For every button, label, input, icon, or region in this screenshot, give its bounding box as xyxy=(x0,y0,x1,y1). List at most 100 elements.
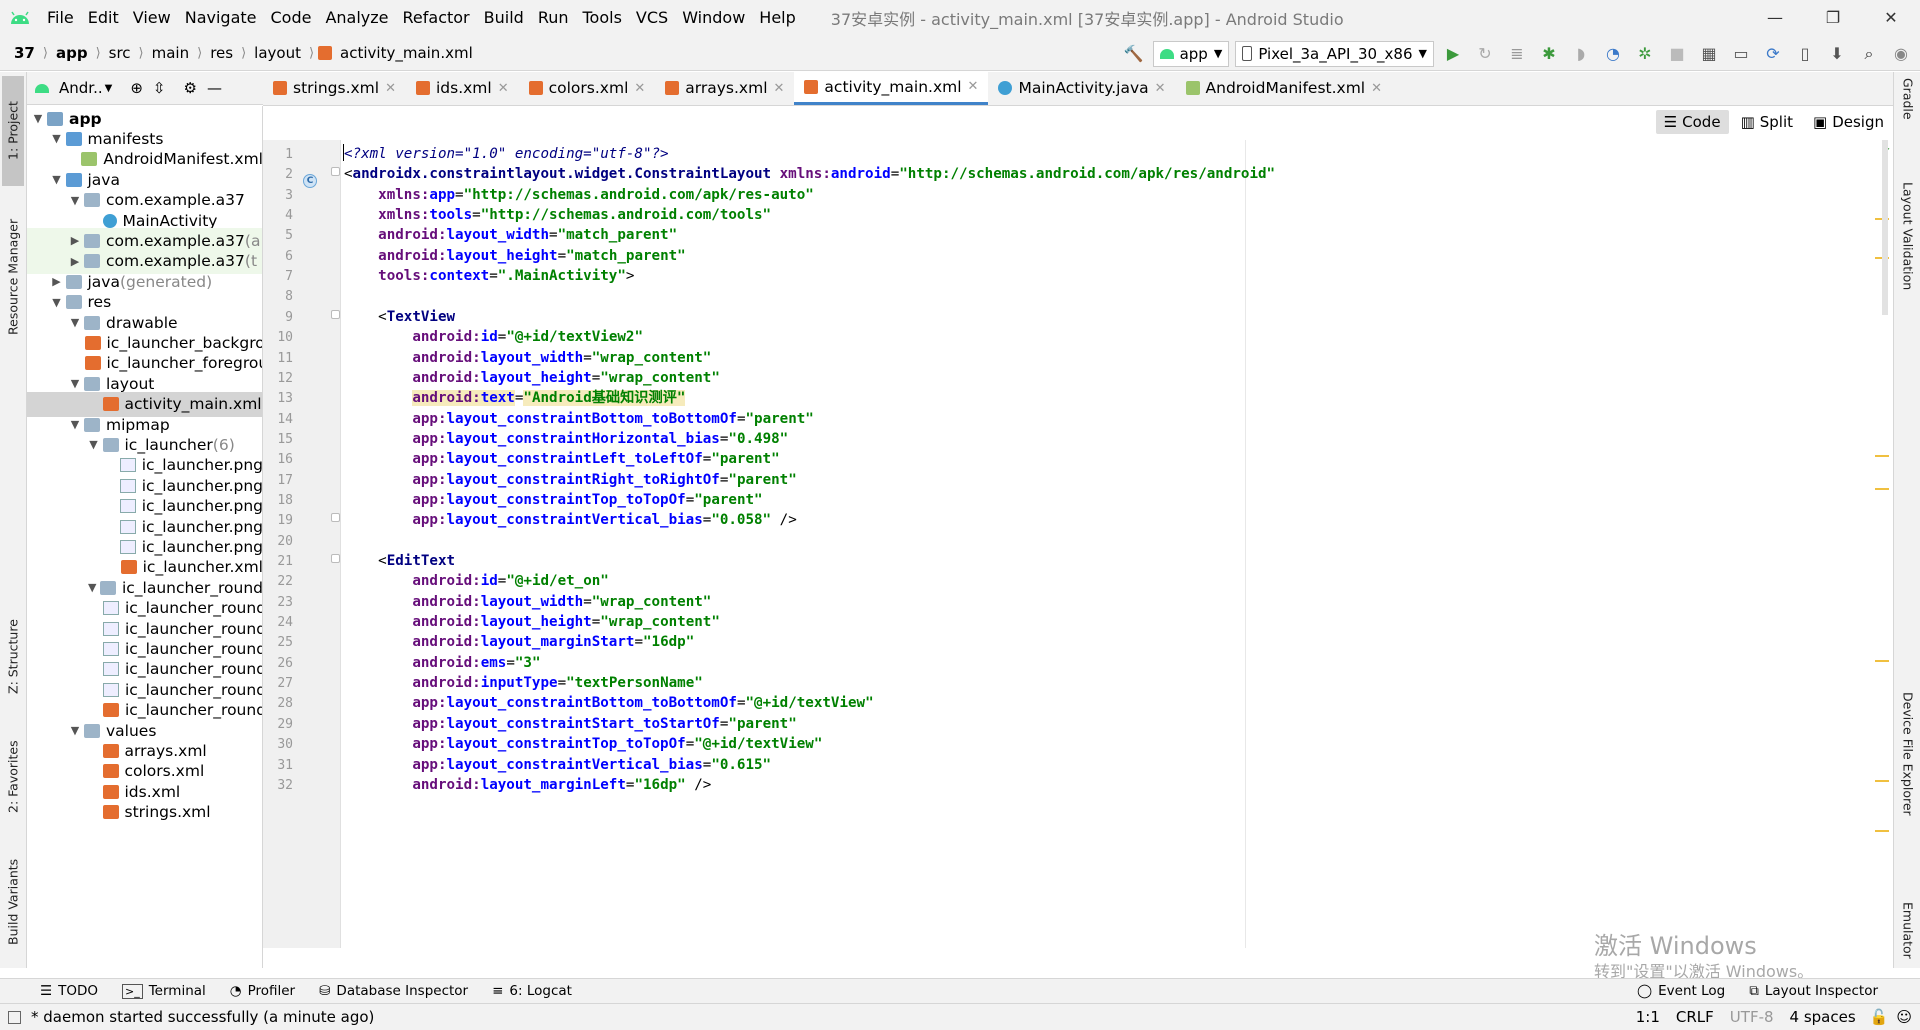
run-config-select[interactable]: app ▼ xyxy=(1152,40,1230,67)
close-tab-icon[interactable]: ✕ xyxy=(774,81,785,96)
expanded-arrow-icon[interactable]: ▼ xyxy=(66,418,84,431)
editor-tab[interactable]: activity_main.xml ✕ xyxy=(794,71,989,105)
device-manager-icon[interactable]: ▯ xyxy=(1792,41,1818,67)
warning-stripe[interactable] xyxy=(1875,780,1889,782)
menu-tools[interactable]: Tools xyxy=(576,0,629,36)
close-tab-icon[interactable]: ✕ xyxy=(385,81,396,96)
breadcrumb-item[interactable]: main xyxy=(148,44,193,62)
collapse-all-icon[interactable]: ⇳ xyxy=(153,79,166,97)
tool-tab-project[interactable]: 1: Project xyxy=(2,76,24,186)
status-message[interactable]: * daemon started successfully (a minute … xyxy=(31,1008,374,1026)
design-view-button[interactable]: ▣ Design xyxy=(1805,110,1892,134)
profile-icon[interactable]: ◔ xyxy=(1600,41,1626,67)
tool-tab-database-inspector[interactable]: ⛁ Database Inspector xyxy=(307,983,480,999)
hide-panel-icon[interactable]: — xyxy=(207,79,222,97)
code-line[interactable]: android:layout_marginLeft="16dp" /> xyxy=(344,773,711,798)
expanded-arrow-icon[interactable]: ▼ xyxy=(48,132,66,145)
code-view-button[interactable]: ☰ Code xyxy=(1655,110,1729,134)
indent-setting[interactable]: 4 spaces xyxy=(1790,1008,1856,1026)
menu-window[interactable]: Window xyxy=(675,0,752,36)
expanded-arrow-icon[interactable]: ▼ xyxy=(29,112,47,125)
editor-tab[interactable]: MainActivity.java ✕ xyxy=(988,71,1175,105)
search-icon[interactable]: ⌕ xyxy=(1856,41,1882,67)
fold-marker-icon[interactable] xyxy=(331,513,340,523)
expanded-arrow-icon[interactable]: ▼ xyxy=(48,296,66,309)
editor-tab[interactable]: colors.xml ✕ xyxy=(519,71,656,105)
menu-navigate[interactable]: Navigate xyxy=(178,0,264,36)
menu-refactor[interactable]: Refactor xyxy=(396,0,477,36)
sync-gradle-icon[interactable]: ⟳ xyxy=(1760,41,1786,67)
toggle-tool-windows-icon[interactable] xyxy=(8,1010,21,1024)
breadcrumb-item[interactable]: res xyxy=(206,44,237,62)
split-view-button[interactable]: ▥ Split xyxy=(1733,110,1801,134)
debug-icon[interactable]: ✱ xyxy=(1536,41,1562,67)
tree-item[interactable]: strings.xml xyxy=(27,800,262,825)
close-icon[interactable]: ✕ xyxy=(1862,0,1920,36)
menu-edit[interactable]: Edit xyxy=(81,0,126,36)
editor-tab[interactable]: arrays.xml ✕ xyxy=(655,71,794,105)
tool-tab-build-variants[interactable]: Build Variants xyxy=(2,842,24,962)
code-line[interactable]: tools:context=".MainActivity"> xyxy=(344,264,634,289)
expanded-arrow-icon[interactable]: ▼ xyxy=(85,438,103,451)
device-select[interactable]: Pixel_3a_API_30_x86 ▼ xyxy=(1235,40,1434,67)
editor-tab[interactable]: ids.xml ✕ xyxy=(406,71,519,105)
tool-tab-profiler[interactable]: ◔ Profiler xyxy=(218,983,307,999)
locate-icon[interactable]: ⊕ xyxy=(130,79,143,97)
gear-icon[interactable]: ⚙ xyxy=(183,79,196,97)
restore-icon[interactable]: ❐ xyxy=(1804,0,1862,36)
breadcrumb-item[interactable]: activity_main.xml xyxy=(336,44,477,62)
collapsed-arrow-icon[interactable]: ▶ xyxy=(66,234,84,247)
apply-changes-icon[interactable]: ↻ xyxy=(1472,41,1498,67)
breadcrumb-item[interactable]: 37 xyxy=(10,44,39,62)
breadcrumb-item[interactable]: app xyxy=(52,44,92,62)
tool-tab-logcat[interactable]: ≡ 6: Logcat xyxy=(480,983,584,999)
expanded-arrow-icon[interactable]: ▼ xyxy=(66,194,84,207)
sdk-manager-icon[interactable]: ⬇ xyxy=(1824,41,1850,67)
lock-icon[interactable]: 🔓 xyxy=(1870,1008,1889,1026)
project-structure-icon[interactable]: ▦ xyxy=(1696,41,1722,67)
close-tab-icon[interactable]: ✕ xyxy=(968,79,979,94)
line-separator[interactable]: CRLF xyxy=(1676,1008,1714,1026)
fold-marker-icon[interactable] xyxy=(331,309,340,319)
collapsed-arrow-icon[interactable]: ▶ xyxy=(66,255,84,268)
tool-tab-favorites[interactable]: 2: Favorites xyxy=(2,722,24,832)
tool-tab-resource-manager[interactable]: Resource Manager xyxy=(2,202,24,352)
breadcrumb-item[interactable]: src xyxy=(105,44,135,62)
editor-scrollbar-thumb[interactable] xyxy=(1882,140,1888,315)
expanded-arrow-icon[interactable]: ▼ xyxy=(66,377,84,390)
tool-tab-terminal[interactable]: >_ Terminal xyxy=(110,983,218,999)
warning-stripe[interactable] xyxy=(1875,455,1889,457)
close-tab-icon[interactable]: ✕ xyxy=(1371,81,1382,96)
run-icon[interactable]: ▶ xyxy=(1440,41,1466,67)
class-gutter-icon[interactable]: C xyxy=(303,174,317,188)
menu-run[interactable]: Run xyxy=(531,0,576,36)
expanded-arrow-icon[interactable]: ▼ xyxy=(85,581,100,594)
hammer-build-icon[interactable]: 🔨 xyxy=(1121,41,1147,67)
expanded-arrow-icon[interactable]: ▼ xyxy=(48,173,66,186)
avd-manager-icon[interactable]: ▭ xyxy=(1728,41,1754,67)
minimize-icon[interactable]: — xyxy=(1746,0,1804,36)
collapsed-arrow-icon[interactable]: ▶ xyxy=(48,275,66,288)
project-view-select[interactable]: Andr.. xyxy=(59,79,103,97)
menu-analyze[interactable]: Analyze xyxy=(318,0,395,36)
menu-view[interactable]: View xyxy=(126,0,178,36)
menu-help[interactable]: Help xyxy=(752,0,802,36)
warning-stripe[interactable] xyxy=(1875,488,1889,490)
apply-code-changes-icon[interactable]: ≣ xyxy=(1504,41,1530,67)
chevron-down-icon[interactable]: ▼ xyxy=(105,83,113,94)
close-tab-icon[interactable]: ✕ xyxy=(498,81,509,96)
tool-tab-gradle[interactable]: Gradle xyxy=(1897,78,1919,158)
expanded-arrow-icon[interactable]: ▼ xyxy=(66,316,84,329)
tool-tab-todo[interactable]: ☰ TODO xyxy=(28,983,110,999)
editor-tab[interactable]: strings.xml ✕ xyxy=(263,71,406,105)
menu-code[interactable]: Code xyxy=(264,0,319,36)
file-encoding[interactable]: UTF-8 xyxy=(1730,1008,1774,1026)
attach-debugger-icon[interactable]: ✲ xyxy=(1632,41,1658,67)
coverage-icon[interactable]: ◗ xyxy=(1568,41,1594,67)
close-tab-icon[interactable]: ✕ xyxy=(1155,81,1166,96)
menu-vcs[interactable]: VCS xyxy=(629,0,675,36)
fold-marker-icon[interactable] xyxy=(331,554,340,563)
tool-tab-structure[interactable]: Z: Structure xyxy=(2,602,24,712)
breadcrumb-item[interactable]: layout xyxy=(250,44,305,62)
tool-tab-event-log[interactable]: ◯ Event Log xyxy=(1625,983,1737,999)
